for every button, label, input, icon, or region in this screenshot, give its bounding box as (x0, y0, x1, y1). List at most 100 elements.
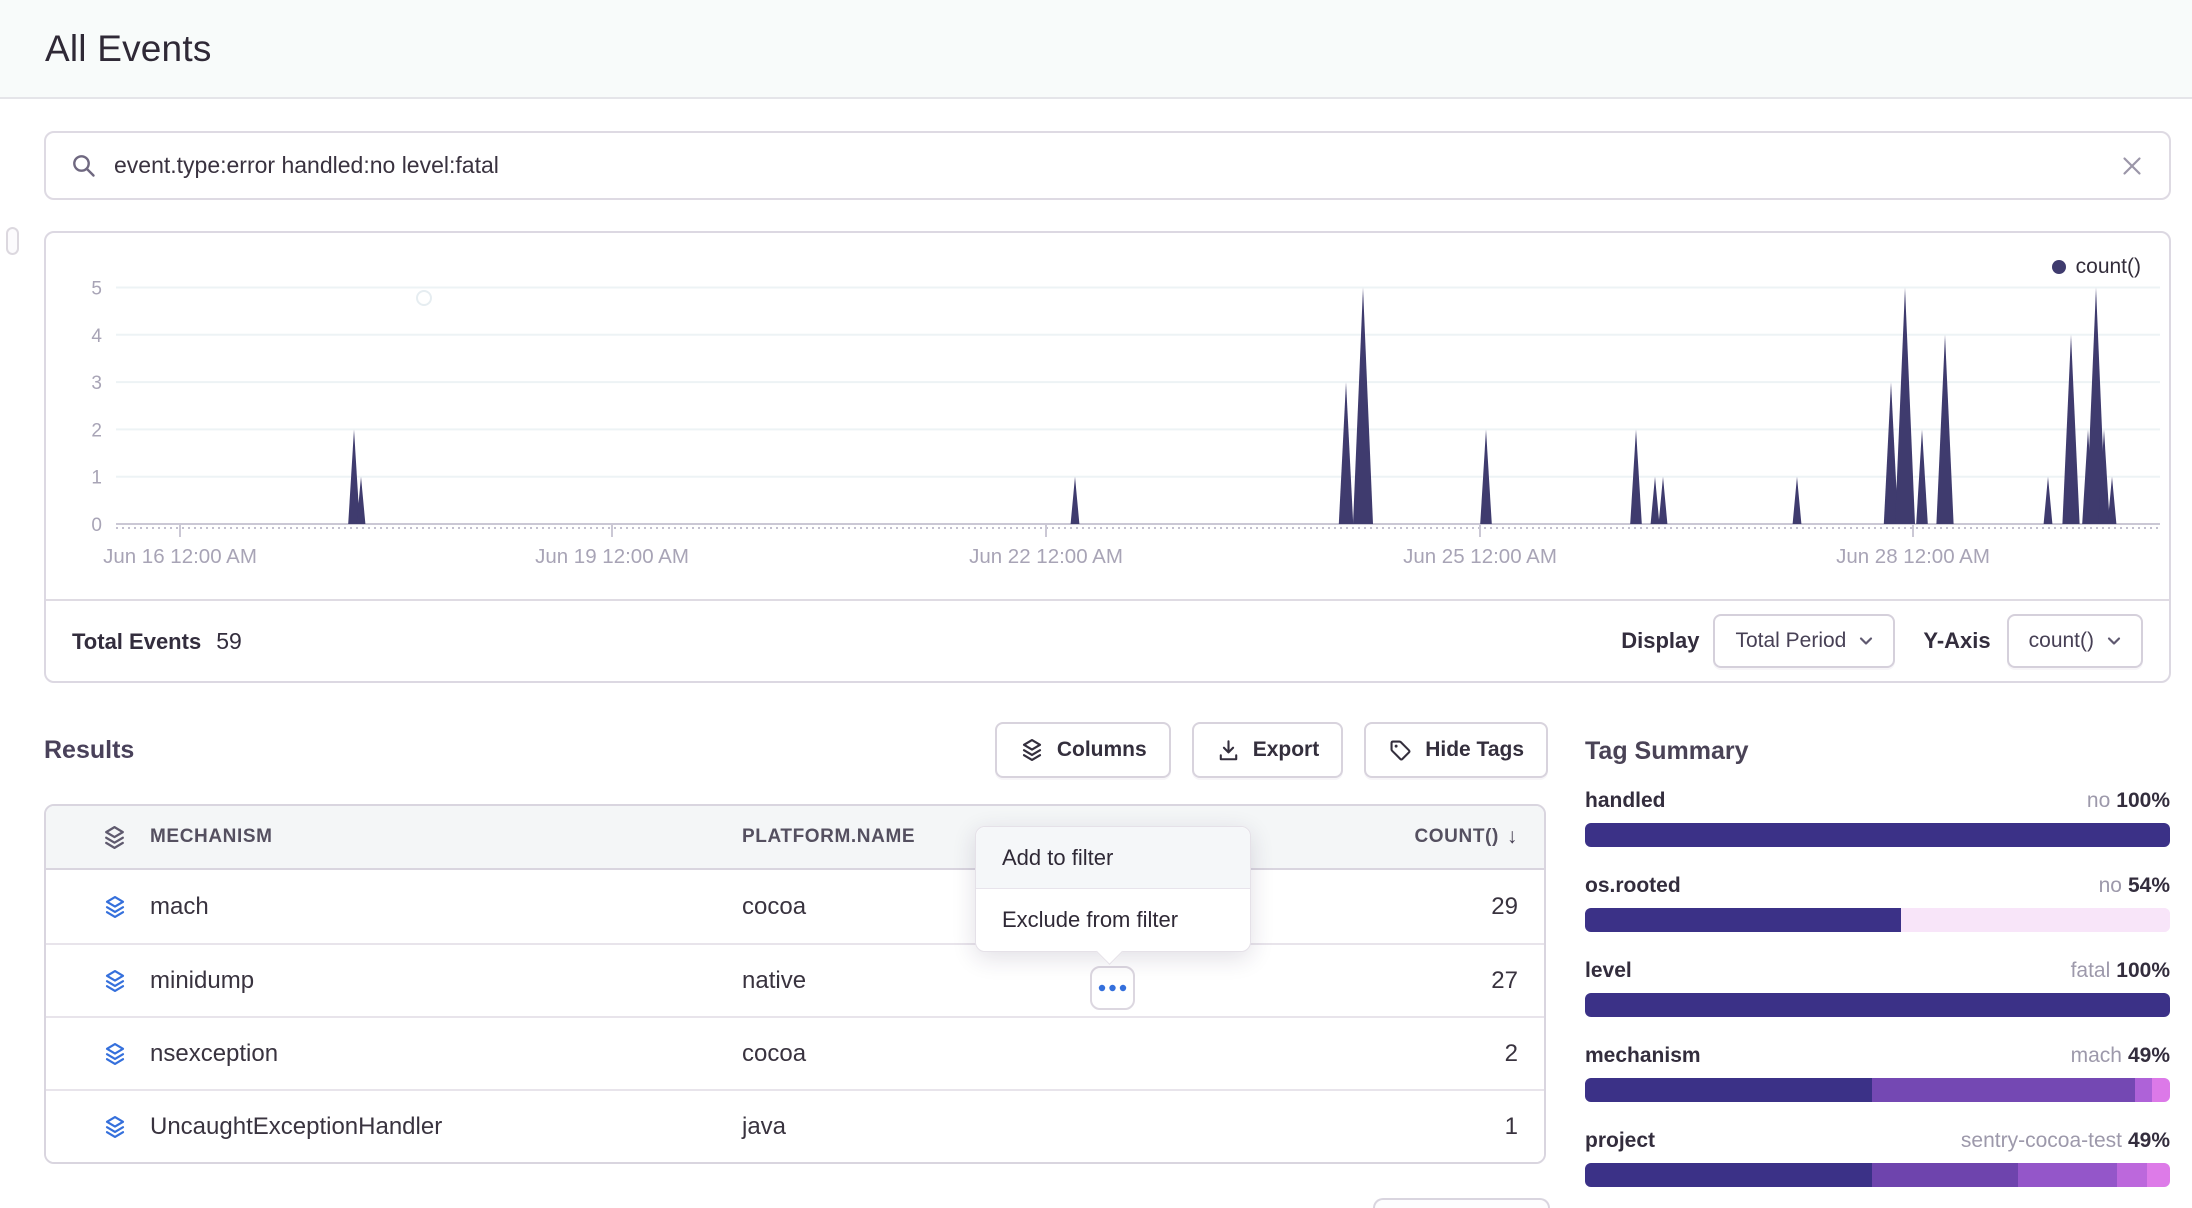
results-buttons: Columns Export Hide Tags (995, 722, 1548, 778)
tag-group-level: levelfatal100% (1585, 959, 2170, 1017)
page-title: All Events (45, 28, 212, 70)
total-events-value: 59 (216, 628, 242, 655)
tag-name: level (1585, 959, 1632, 983)
menu-item-add-to-filter[interactable]: Add to filter (976, 827, 1250, 889)
discover-all-events-page: All Events event.type:error handled:no l… (0, 0, 2192, 1208)
x-axis-label: Jun 19 12:00 AM (535, 545, 689, 568)
tag-bar-segment[interactable] (1585, 823, 2170, 847)
table-row[interactable]: UncaughtExceptionHandlerjava1 (46, 1089, 1544, 1162)
row-layers-cell (46, 1114, 150, 1140)
scroll-handle[interactable] (6, 227, 19, 255)
tag-group-project: project sentry-cocoa-test49% (1585, 1129, 2170, 1187)
x-axis-label: Jun 28 12:00 AM (1836, 545, 1990, 568)
cell-platform[interactable]: cocoa (742, 1040, 1304, 1068)
search-input[interactable]: event.type:error handled:no level:fatal (114, 152, 2119, 179)
svg-text:0: 0 (91, 515, 102, 536)
results-header-row: Results Columns Export Hide Tags (44, 715, 1548, 785)
tag-summary-panel: Tag Summary handled no100% os.rootedno54% l… (1585, 737, 2170, 1208)
svg-text:3: 3 (91, 373, 102, 394)
tag-distribution-bar (1585, 993, 2170, 1017)
cell-count[interactable]: 1 (1304, 1113, 1544, 1141)
pagination-buttons[interactable] (1373, 1198, 1550, 1208)
chart-controls: Display Total Period Y-Axis count() (1621, 614, 2143, 668)
column-header-count[interactable]: COUNT() ↓ (1304, 825, 1544, 849)
tag-bar-segment[interactable] (1585, 1078, 1872, 1102)
tag-bar-segment[interactable] (2018, 1163, 2117, 1187)
svg-text:5: 5 (91, 279, 102, 300)
layers-icon (102, 968, 128, 994)
x-axis-label: Jun 25 12:00 AM (1403, 545, 1557, 568)
cell-mechanism[interactable]: nsexception (150, 1040, 742, 1068)
tag-name: handled (1585, 789, 1666, 813)
download-icon (1216, 738, 1241, 763)
svg-text:2: 2 (91, 420, 102, 441)
tag-top-value: no100% (2087, 789, 2170, 813)
tag-head: os.rootedno54% (1585, 874, 2170, 900)
tag-bar-segment[interactable] (1901, 908, 2170, 932)
row-layers-cell (46, 1041, 150, 1067)
cell-mechanism[interactable]: mach (150, 893, 742, 921)
table-row[interactable]: minidumpnative27 (46, 943, 1544, 1016)
tag-bar-segment[interactable] (2117, 1163, 2146, 1187)
tag-bar-segment[interactable] (1872, 1078, 2135, 1102)
tag-name: mechanism (1585, 1044, 1701, 1068)
cell-platform[interactable]: native (742, 967, 1304, 995)
cell-mechanism[interactable]: minidump (150, 967, 742, 995)
sort-desc-icon: ↓ (1507, 825, 1518, 849)
cell-platform[interactable]: java (742, 1113, 1304, 1141)
cell-count[interactable]: 29 (1304, 893, 1544, 921)
svg-text:1: 1 (91, 468, 102, 489)
tag-head: levelfatal100% (1585, 959, 2170, 985)
display-select[interactable]: Total Period (1713, 614, 1895, 668)
results-table: MECHANISM PLATFORM.NAME COUNT() ↓ machco… (44, 804, 1546, 1164)
layers-icon (102, 1041, 128, 1067)
hide-tags-button[interactable]: Hide Tags (1364, 722, 1548, 778)
tag-head: handled no100% (1585, 789, 2170, 815)
tag-distribution-bar (1585, 1078, 2170, 1102)
close-icon (2119, 153, 2145, 179)
cell-mechanism[interactable]: UncaughtExceptionHandler (150, 1113, 742, 1141)
tag-name: os.rooted (1585, 874, 1681, 898)
tag-bar-segment[interactable] (2135, 1078, 2153, 1102)
cell-count[interactable]: 2 (1304, 1040, 1544, 1068)
search-icon (70, 152, 98, 180)
tag-bar-segment[interactable] (1585, 1163, 1872, 1187)
tag-bar-segment[interactable] (1585, 993, 2170, 1017)
tag-group-handled: handled no100% (1585, 789, 2170, 847)
layers-icon (102, 894, 128, 920)
total-events-label: Total Events (72, 629, 201, 655)
clear-search-button[interactable] (2119, 153, 2145, 179)
chevron-down-icon (1859, 636, 1873, 646)
tag-bar-segment[interactable] (2147, 1163, 2170, 1187)
tag-bar-segment[interactable] (1872, 1163, 2018, 1187)
legend-label: count() (2076, 255, 2141, 279)
display-label: Display (1621, 628, 1699, 654)
tag-name: project (1585, 1129, 1655, 1153)
cell-context-menu: Add to filter Exclude from filter (975, 826, 1251, 952)
table-row[interactable]: nsexceptioncocoa2 (46, 1016, 1544, 1089)
x-axis-label: Jun 22 12:00 AM (969, 545, 1123, 568)
cell-count[interactable]: 27 (1304, 967, 1544, 995)
tag-head: mechanismmach49% (1585, 1044, 2170, 1070)
tag-distribution-bar (1585, 823, 2170, 847)
results-title: Results (44, 736, 134, 765)
tag-bar-segment[interactable] (1585, 908, 1901, 932)
tag-top-value: sentry-cocoa-test49% (1961, 1129, 2170, 1153)
tag-bar-segment[interactable] (2152, 1078, 2170, 1102)
page-header: All Events (0, 0, 2192, 99)
chart-legend[interactable]: count() (2052, 255, 2141, 279)
yaxis-select[interactable]: count() (2007, 614, 2143, 668)
export-button[interactable]: Export (1192, 722, 1344, 778)
row-actions-button[interactable] (1090, 966, 1135, 1010)
events-chart[interactable]: 012345Jun 16 12:00 AMJun 19 12:00 AMJun … (46, 233, 2169, 601)
column-header-mechanism[interactable]: MECHANISM (150, 826, 742, 848)
tag-summary-title: Tag Summary (1585, 737, 2170, 766)
table-row[interactable]: machcocoa29 (46, 870, 1544, 943)
button-label: Export (1253, 738, 1320, 762)
columns-button[interactable]: Columns (995, 722, 1171, 778)
table-header-row: MECHANISM PLATFORM.NAME COUNT() ↓ (46, 806, 1544, 870)
search-bar[interactable]: event.type:error handled:no level:fatal (44, 131, 2171, 200)
tag-distribution-bar (1585, 908, 2170, 932)
events-chart-card: 012345Jun 16 12:00 AMJun 19 12:00 AMJun … (44, 231, 2171, 683)
table-body: machcocoa29minidumpnative27nsexceptionco… (46, 870, 1544, 1162)
